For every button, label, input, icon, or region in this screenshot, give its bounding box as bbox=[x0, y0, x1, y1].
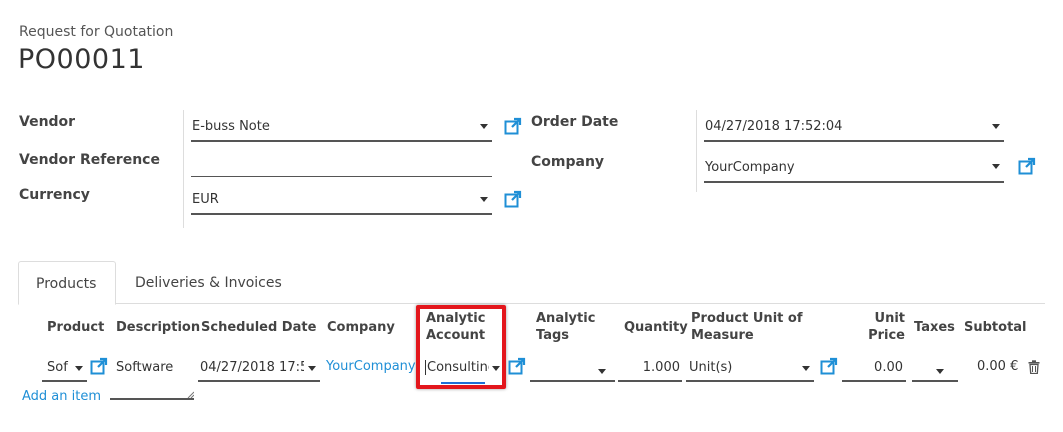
external-link-icon[interactable] bbox=[1018, 157, 1036, 175]
quantity-value: 1.000 bbox=[642, 360, 680, 375]
chevron-down-icon[interactable] bbox=[75, 366, 83, 371]
external-link-icon[interactable] bbox=[508, 357, 526, 375]
company-label: Company bbox=[531, 154, 605, 170]
unit-price-field[interactable]: 0.00 bbox=[842, 356, 906, 382]
col-header-quantity[interactable]: Quantity bbox=[624, 320, 688, 335]
unit-price-value: 0.00 bbox=[874, 360, 903, 375]
col-header-unit-price-line1: Unit bbox=[874, 311, 905, 326]
resize-handle-icon[interactable] bbox=[186, 390, 194, 398]
chevron-down-icon[interactable] bbox=[992, 124, 1000, 129]
col-header-analytic-tags-line2: Tags bbox=[536, 328, 570, 343]
external-link-icon[interactable] bbox=[504, 190, 522, 208]
page-title: PO00011 bbox=[18, 44, 145, 75]
vendor-value: E-buss Note bbox=[192, 119, 270, 134]
order-date-value: 04/27/2018 17:52:04 bbox=[705, 119, 843, 134]
company-field[interactable]: YourCompany bbox=[704, 152, 1004, 183]
external-link-icon[interactable] bbox=[90, 357, 108, 375]
col-header-analytic-tags[interactable]: Analytic Tags bbox=[536, 311, 595, 343]
chevron-down-icon[interactable] bbox=[480, 124, 488, 129]
col-header-uom-line2: Measure bbox=[691, 328, 754, 343]
order-date-field[interactable]: 04/27/2018 17:52:04 bbox=[704, 112, 1004, 142]
chevron-down-icon[interactable] bbox=[598, 369, 606, 374]
vendor-field[interactable]: E-buss Note bbox=[191, 112, 492, 142]
left-group-separator bbox=[183, 110, 184, 228]
chevron-down-icon[interactable] bbox=[308, 366, 316, 371]
col-header-uom-line1: Product Unit of bbox=[691, 311, 803, 326]
taxes-field[interactable] bbox=[912, 356, 958, 382]
currency-field[interactable]: EUR bbox=[191, 186, 492, 215]
page-subtitle: Request for Quotation bbox=[19, 24, 174, 40]
col-header-unit-price-line2: Price bbox=[868, 328, 905, 343]
order-date-label: Order Date bbox=[531, 114, 619, 130]
chevron-down-icon[interactable] bbox=[802, 366, 810, 371]
col-header-subtotal[interactable]: Subtotal bbox=[964, 320, 1027, 335]
tab-deliveries-invoices[interactable]: Deliveries & Invoices bbox=[122, 261, 292, 303]
col-header-scheduled-date[interactable]: Scheduled Date bbox=[201, 320, 316, 335]
uom-field[interactable]: Unit(s) bbox=[686, 356, 814, 382]
quantity-field[interactable]: 1.000 bbox=[618, 356, 682, 382]
description-textarea[interactable] bbox=[110, 384, 194, 400]
product-value: Sof bbox=[47, 360, 68, 375]
tab-products-label: Products bbox=[36, 276, 97, 292]
company-link[interactable]: YourCompany bbox=[326, 359, 416, 374]
currency-label: Currency bbox=[19, 187, 90, 203]
tab-products[interactable]: Products bbox=[18, 261, 116, 305]
description-value[interactable]: Software bbox=[116, 360, 173, 375]
scheduled-date-value: 04/27/2018 17:57 bbox=[200, 360, 304, 375]
tab-deliveries-invoices-label: Deliveries & Invoices bbox=[135, 275, 282, 291]
subtotal-value: 0.00 € bbox=[977, 359, 1019, 374]
product-field[interactable]: Sof bbox=[42, 356, 87, 382]
company-value: YourCompany bbox=[705, 160, 795, 175]
chevron-down-icon[interactable] bbox=[936, 369, 944, 374]
right-group-separator bbox=[696, 110, 697, 192]
scheduled-date-field[interactable]: 04/27/2018 17:57 bbox=[198, 356, 320, 382]
trash-icon[interactable] bbox=[1028, 360, 1040, 374]
col-header-description[interactable]: Description bbox=[116, 320, 200, 335]
add-item-link[interactable]: Add an item bbox=[22, 389, 101, 404]
col-header-analytic-tags-line1: Analytic bbox=[536, 311, 596, 326]
vendor-reference-label: Vendor Reference bbox=[19, 152, 160, 168]
vendor-label: Vendor bbox=[19, 114, 76, 130]
uom-value: Unit(s) bbox=[689, 360, 733, 375]
tabs-baseline bbox=[18, 303, 1045, 304]
vendor-reference-field[interactable] bbox=[191, 148, 492, 177]
chevron-down-icon[interactable] bbox=[480, 197, 488, 202]
col-header-company[interactable]: Company bbox=[327, 320, 395, 335]
col-header-taxes[interactable]: Taxes bbox=[914, 320, 955, 335]
col-header-uom[interactable]: Product Unit of Measure bbox=[691, 311, 802, 343]
chevron-down-icon[interactable] bbox=[992, 164, 1000, 169]
col-header-unit-price[interactable]: Unit Price bbox=[862, 311, 905, 343]
col-header-product[interactable]: Product bbox=[47, 320, 104, 335]
highlight-frame bbox=[416, 305, 506, 389]
external-link-icon[interactable] bbox=[820, 357, 838, 375]
external-link-icon[interactable] bbox=[504, 117, 522, 135]
analytic-tags-field[interactable] bbox=[530, 356, 615, 382]
currency-value: EUR bbox=[192, 192, 219, 207]
